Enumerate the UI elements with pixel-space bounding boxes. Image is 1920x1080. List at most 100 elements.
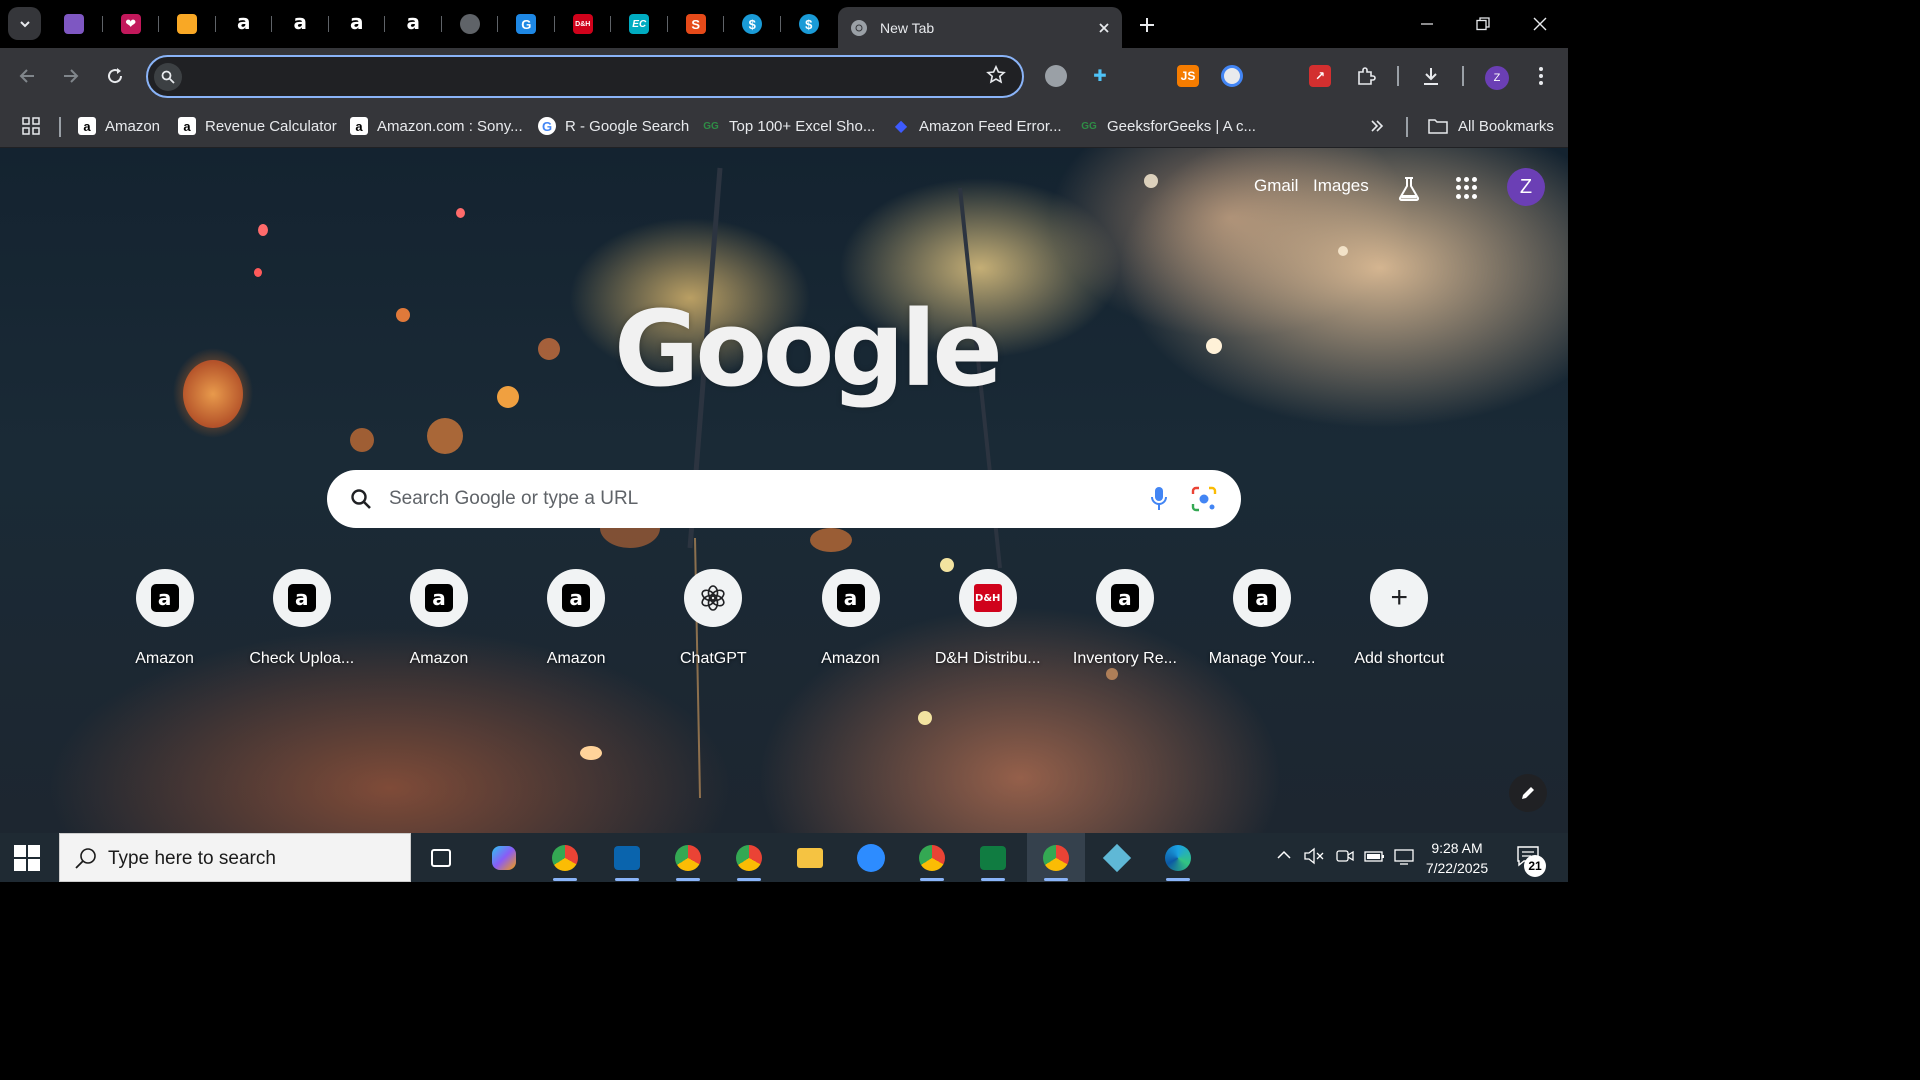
pinned-tab[interactable] <box>442 6 499 42</box>
pinned-tab[interactable]: S <box>668 6 725 42</box>
shortcut-tile[interactable]: a Inventory Re... <box>1056 569 1193 679</box>
shortcut-tile[interactable]: a Manage Your... <box>1194 569 1331 679</box>
taskbar-app[interactable] <box>855 842 887 874</box>
shortcut-icon-circle: a <box>1095 569 1154 627</box>
close-icon[interactable] <box>1098 22 1110 34</box>
pinned-tab[interactable]: a <box>216 6 273 42</box>
shortcut-tile[interactable]: a Check Uploa... <box>233 569 370 679</box>
taskbar-search[interactable]: Type here to search <box>59 833 411 882</box>
taskbar-app[interactable] <box>549 842 581 881</box>
copilot-icon <box>492 846 516 870</box>
customize-button[interactable] <box>1509 774 1547 812</box>
labs-button[interactable] <box>1396 176 1422 208</box>
tab-search-button[interactable] <box>8 7 41 40</box>
puzzle-plus-icon[interactable]: ✚ <box>1089 65 1111 87</box>
taskbar-app[interactable] <box>733 842 765 881</box>
google-lens-icon[interactable] <box>1191 486 1217 512</box>
ntp-search-box[interactable] <box>327 470 1241 528</box>
js-icon[interactable]: JS <box>1177 65 1199 87</box>
show-hidden-icons-button[interactable] <box>1276 847 1292 868</box>
pinned-tab[interactable] <box>159 6 216 42</box>
minimize-button[interactable] <box>1399 0 1455 48</box>
bookmark-item[interactable]: a Amazon.com : Sony... <box>350 113 523 139</box>
taskbar-app[interactable] <box>611 842 643 881</box>
pinned-tab[interactable]: D&H <box>555 6 612 42</box>
shortcut-icon-circle: + <box>1370 569 1429 627</box>
pinned-tab[interactable]: a <box>272 6 329 42</box>
chrome-menu-button[interactable] <box>1525 60 1557 92</box>
shortcut-tile[interactable]: a Amazon <box>508 569 645 679</box>
pinned-tab[interactable]: $ <box>724 6 781 42</box>
shortcut-tile[interactable]: ChatGPT <box>645 569 782 679</box>
all-bookmarks-button[interactable]: All Bookmarks <box>1428 113 1554 139</box>
volume-button[interactable] <box>1304 847 1324 870</box>
ntp-search-input[interactable] <box>389 486 1129 512</box>
downloads-button[interactable] <box>1415 60 1447 92</box>
taskbar-app[interactable] <box>1101 842 1133 874</box>
profile-avatar[interactable]: Z <box>1485 66 1509 90</box>
amazon-icon: a <box>424 584 453 612</box>
shortcut-tile[interactable]: a Amazon <box>370 569 507 679</box>
restore-button[interactable] <box>1455 0 1511 48</box>
pinned-tab[interactable] <box>46 6 103 42</box>
bookmark-item[interactable]: a Revenue Calculator <box>178 113 337 139</box>
bookmark-item[interactable]: a Amazon <box>78 113 160 139</box>
apps-shortcut[interactable] <box>22 113 40 139</box>
pinned-tab[interactable]: a <box>329 6 386 42</box>
back-button[interactable] <box>11 60 43 92</box>
shortcut-tile[interactable]: D&H D&H Distribu... <box>919 569 1056 679</box>
chart-extension-icon[interactable] <box>1265 65 1287 87</box>
bookmark-item[interactable]: GG GeeksforGeeks | A c... <box>1080 113 1256 139</box>
cloud-extension-icon[interactable] <box>1133 65 1155 87</box>
box-icon <box>177 14 198 34</box>
address-input[interactable] <box>192 65 972 89</box>
pinned-tab[interactable]: EC <box>611 6 668 42</box>
taskbar-app[interactable] <box>488 842 520 874</box>
dh-icon: D&H <box>572 14 593 34</box>
arrow-extension-icon[interactable]: ↗ <box>1309 65 1331 87</box>
close-window-button[interactable] <box>1512 0 1568 48</box>
forward-button[interactable] <box>55 60 87 92</box>
network-button[interactable] <box>1394 847 1416 870</box>
more-bookmarks-button[interactable] <box>1370 113 1384 139</box>
bookmark-star-icon[interactable] <box>986 64 1006 91</box>
taskbar-app[interactable] <box>1040 842 1072 881</box>
bookmark-item[interactable]: GG Top 100+ Excel Sho... <box>702 113 875 139</box>
reload-button[interactable] <box>99 60 131 92</box>
taskbar-app[interactable] <box>1162 842 1194 881</box>
shortcut-tile[interactable]: + Add shortcut <box>1331 569 1468 679</box>
shortcut-icon-circle: D&H <box>958 569 1017 627</box>
pinned-tab[interactable]: G <box>498 6 555 42</box>
taskbar-app[interactable] <box>977 842 1009 881</box>
shortcut-tile[interactable]: a Amazon <box>782 569 919 679</box>
gmail-link[interactable]: Gmail <box>1254 176 1298 196</box>
shortcut-tile[interactable]: a Amazon <box>96 569 233 679</box>
meet-now-button[interactable] <box>1335 847 1355 870</box>
address-bar[interactable] <box>146 55 1024 98</box>
tab-new-tab[interactable]: New Tab <box>838 7 1122 48</box>
globe-extension-icon[interactable] <box>1045 65 1067 87</box>
taskbar-app[interactable] <box>916 842 948 881</box>
pinned-tab[interactable]: $ <box>781 6 838 42</box>
circle-extension-icon[interactable] <box>1221 65 1243 87</box>
bookmark-item[interactable]: ◆ Amazon Feed Error... <box>892 113 1062 139</box>
system-clock[interactable]: 9:28 AM 7/22/2025 <box>1418 838 1496 878</box>
new-tab-button[interactable] <box>1134 12 1160 38</box>
battery-icon <box>1364 851 1384 862</box>
taskbar-app[interactable] <box>794 842 826 874</box>
taskbar-app[interactable] <box>425 842 457 874</box>
pinned-tab[interactable]: ❤ <box>103 6 160 42</box>
account-avatar[interactable]: Z <box>1507 168 1545 206</box>
google-apps-button[interactable] <box>1456 177 1478 199</box>
battery-button[interactable] <box>1364 847 1386 870</box>
bookmark-item[interactable]: G R - Google Search <box>538 113 689 139</box>
pinned-tab[interactable]: a <box>385 6 442 42</box>
images-link[interactable]: Images <box>1313 176 1369 196</box>
bookmark-label: Amazon <box>105 117 161 135</box>
task-view-icon <box>431 849 451 867</box>
taskbar: Type here to search 9:28 AM 7/22/2025 21 <box>0 833 1568 882</box>
taskbar-app[interactable] <box>672 842 704 881</box>
windows-start-button[interactable] <box>14 845 40 871</box>
microphone-icon[interactable] <box>1149 486 1169 512</box>
extensions-menu-button[interactable] <box>1350 60 1382 92</box>
